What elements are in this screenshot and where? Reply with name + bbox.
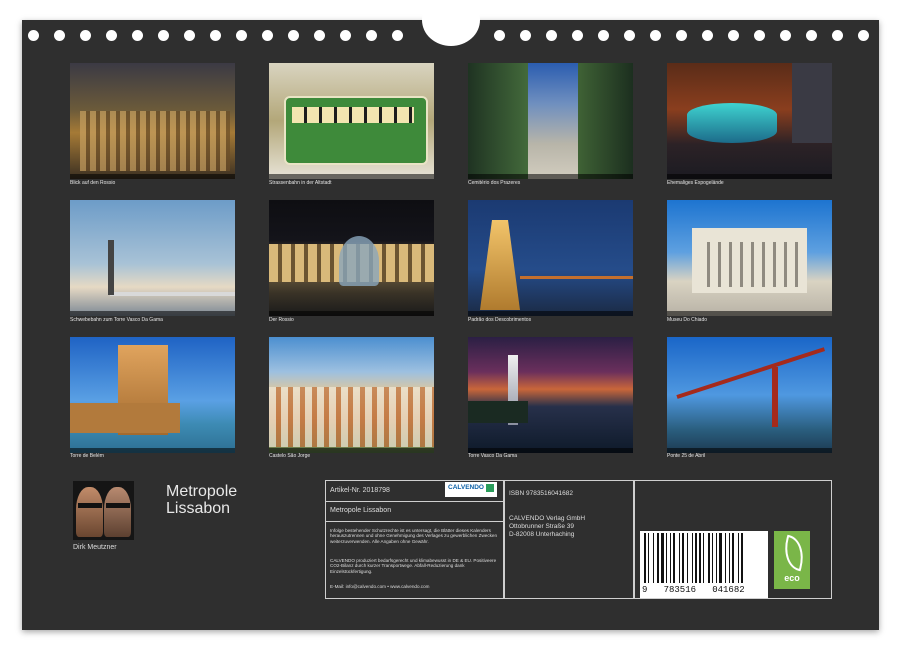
barcode-bar	[741, 533, 743, 583]
barcode-bar	[695, 533, 697, 583]
binding-hole	[702, 30, 713, 41]
barcode-bar	[673, 533, 675, 583]
binding-hole	[780, 30, 791, 41]
binding-hole	[392, 30, 403, 41]
thumbnail-caption: Der Rossio	[269, 317, 294, 323]
barcode-bar	[644, 533, 646, 583]
thumbnail-bridge	[667, 337, 832, 453]
binding-hole	[80, 30, 91, 41]
binding-hole	[858, 30, 869, 41]
author-photo	[73, 481, 134, 540]
barcode-bar	[682, 533, 684, 583]
thumbnail-cable-car	[70, 200, 235, 316]
binding-hole	[366, 30, 377, 41]
thumbnail-caption: Ehemaliges Expogelände	[667, 180, 724, 186]
binding-hole	[106, 30, 117, 41]
article-number: Artikel-Nr. 2018798	[330, 487, 390, 494]
barcode-bar	[653, 533, 654, 583]
binding-hole	[28, 30, 39, 41]
binding-hole	[132, 30, 143, 41]
binding-hole	[676, 30, 687, 41]
thumbnail-caption: Ponte 25 de Abril	[667, 453, 706, 459]
product-title: Metropole Lissabon	[330, 507, 392, 514]
binding-hole	[624, 30, 635, 41]
barcode-bar	[657, 533, 659, 583]
barcode-bar	[648, 533, 649, 583]
calendar-title: Metropole Lissabon	[166, 483, 238, 517]
barcode-bar	[712, 533, 713, 583]
barcode-bar	[666, 533, 667, 583]
thumbnail-tram	[269, 63, 434, 179]
thumbnail-vasco-tower	[468, 337, 633, 453]
barcode-bar	[661, 533, 664, 583]
binding-hole	[236, 30, 247, 41]
binding-hole	[314, 30, 325, 41]
thumbnail-caption: Padrão dos Descobrimentos	[468, 317, 532, 323]
legal-text-1: Infolge bestehender Schutzrechte ist es …	[330, 528, 498, 544]
thumbnail-museu-chiado	[667, 200, 832, 316]
barcode-bar	[687, 533, 688, 583]
thumbnail-caption: Cemitério dos Prazeres	[468, 180, 521, 186]
binding-hole	[494, 30, 505, 41]
thumbnail-belem-tower	[70, 337, 235, 453]
author-name: Dirk Meutzner	[73, 544, 117, 551]
barcode-bar	[732, 533, 734, 583]
thumbnail-caption: Museu Do Chiado	[667, 317, 708, 323]
binding-hole	[210, 30, 221, 41]
isbn: ISBN 9783516041682	[509, 490, 573, 497]
thumbnail-rossio-view	[70, 63, 235, 179]
barcode-bar	[738, 533, 739, 583]
binding-hole	[806, 30, 817, 41]
thumbnail-caption: Strassenbahn in der Altstadt	[269, 180, 332, 186]
binding-hole	[650, 30, 661, 41]
publisher-address: CALVENDO Verlag GmbH Ottobrunner Straße …	[509, 515, 586, 538]
binding-hole	[340, 30, 351, 41]
legal-text-2: CALVENDO produziert bedarfsgerecht und k…	[330, 558, 497, 574]
barcode-bar	[729, 533, 730, 583]
thumbnail-castelo	[269, 337, 434, 453]
thumbnail-caption: Schwebebahn zum Torre Vasco Da Gama	[70, 317, 163, 323]
barcode-digits: 9 783516 041682	[642, 585, 745, 595]
barcode-bar	[703, 533, 704, 583]
binding-hole	[546, 30, 557, 41]
barcode-bar	[699, 533, 701, 583]
thumbnail-cemetery	[468, 63, 633, 179]
calendar-back-page: Blick auf den Rossio Strassenbahn in der…	[22, 0, 879, 630]
spiral-binding-holes	[22, 28, 879, 42]
barcode-bar	[692, 533, 693, 583]
binding-hole	[520, 30, 531, 41]
calvendo-logo: CALVENDO	[445, 482, 497, 497]
thumbnail-caption: Torre Vasco Da Gama	[468, 453, 518, 459]
publisher-box	[503, 480, 635, 599]
barcode-bar	[679, 533, 680, 583]
binding-hole	[754, 30, 765, 41]
contact-email: E-Mail: info@calvendo.com • www.calvendo…	[330, 584, 430, 589]
thumbnail-rossio-fountain	[269, 200, 434, 316]
thumbnail-caption: Torre de Belém	[70, 453, 104, 459]
leaf-icon	[779, 534, 809, 572]
binding-hole	[184, 30, 195, 41]
thumbnail-padrao	[468, 200, 633, 316]
binding-hole	[598, 30, 609, 41]
barcode: 9 783516 041682	[640, 531, 768, 598]
binding-hole	[288, 30, 299, 41]
binding-hole	[262, 30, 273, 41]
binding-hole	[158, 30, 169, 41]
barcode-bar	[708, 533, 710, 583]
barcode-bar	[670, 533, 671, 583]
binding-hole	[54, 30, 65, 41]
barcode-bar	[719, 533, 722, 583]
thumbnail-caption: Blick auf den Rossio	[70, 180, 116, 186]
thumbnail-caption: Castelo São Jorge	[269, 453, 311, 459]
eco-badge: eco	[774, 531, 810, 589]
barcode-bar	[716, 533, 717, 583]
thumbnail-expo	[667, 63, 832, 179]
binding-hole	[728, 30, 739, 41]
barcode-bar	[725, 533, 726, 583]
binding-hole	[832, 30, 843, 41]
binding-hole	[572, 30, 583, 41]
